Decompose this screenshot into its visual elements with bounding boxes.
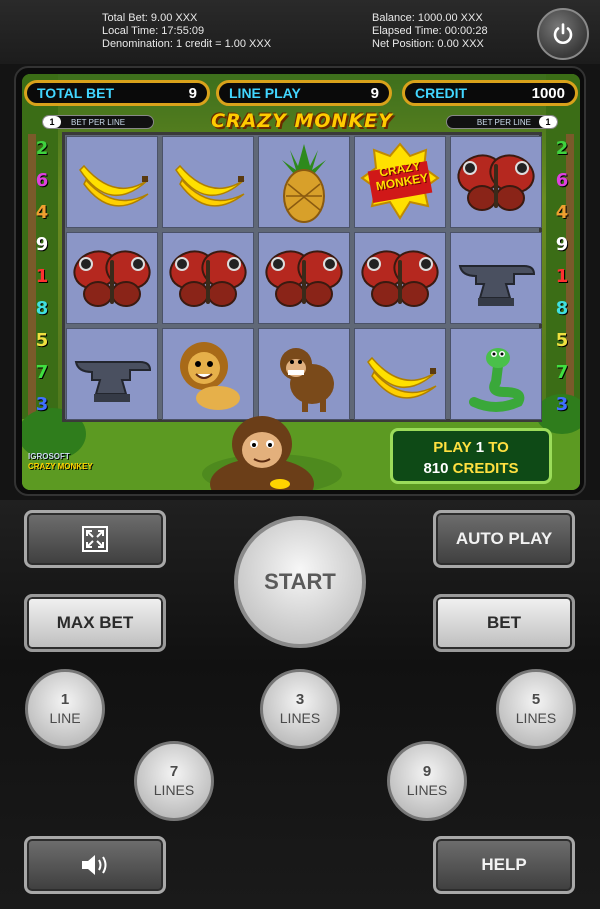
total-bet-value: 9: [188, 84, 197, 102]
payline-number: 8: [555, 298, 569, 319]
fullscreen-icon: [82, 526, 108, 552]
info-bar: Total Bet: 9.00 XXX Local Time: 17:55:09…: [0, 0, 600, 64]
total-bet-info: Total Bet: 9.00 XXX: [102, 12, 198, 24]
elapsed-time-info: Elapsed Time: 00:00:28: [372, 25, 488, 37]
payline-number: 6: [35, 170, 49, 191]
monkey-mascot: [210, 416, 314, 490]
credit-value: 1000: [531, 84, 565, 102]
line-play-label: LINE PLAY: [229, 85, 301, 101]
game-area[interactable]: TOTAL BET 9 LINE PLAY 9 CREDIT 1000 1 BE…: [22, 74, 580, 490]
payline-number: 6: [555, 170, 569, 191]
payline-number: 3: [555, 394, 569, 415]
play-info-box: PLAY 1 TO 810 CREDITS: [390, 428, 552, 484]
bet-per-line-label: BET PER LINE: [476, 117, 531, 127]
line-9-button[interactable]: 9 LINES: [387, 741, 467, 821]
play-to-text: TO: [484, 439, 509, 456]
line-count: 5: [531, 691, 541, 708]
info-left: Total Bet: 9.00 XXX Local Time: 17:55:09…: [102, 12, 271, 51]
payline-number: 4: [555, 202, 569, 223]
payline-number: 1: [35, 266, 49, 287]
line-7-button[interactable]: 7 LINES: [134, 741, 214, 821]
line-count: 7: [169, 763, 179, 780]
fullscreen-button[interactable]: [24, 510, 166, 568]
line-count: 1: [60, 691, 70, 708]
game-title: CRAZY MONKEY: [211, 110, 393, 132]
reel-symbol-crazy-monkey: CRAZY MONKEY: [354, 136, 446, 228]
line-3-button[interactable]: 3 LINES: [260, 669, 340, 749]
payline-number: 1: [555, 266, 569, 287]
payline-number: 3: [35, 394, 49, 415]
bet-per-line-label: BET PER LINE: [71, 117, 126, 127]
payline-number: 9: [35, 234, 49, 255]
reel-symbol-banana: [354, 328, 446, 420]
denomination-info: Denomination: 1 credit = 1.00 XXX: [102, 38, 272, 50]
speaker-icon: [82, 855, 107, 875]
line-label: LINES: [406, 782, 448, 798]
line-count: 3: [295, 691, 305, 708]
reel-symbol-butterfly: [450, 136, 542, 228]
payline-number: 5: [555, 330, 569, 351]
brand-top: IGROSOFT: [28, 452, 70, 461]
line-1-button[interactable]: 1 LINE: [25, 669, 105, 749]
brand-bottom: CRAZY MONKEY: [28, 462, 93, 471]
payline-number: 8: [35, 298, 49, 319]
bet-per-line-value: 1: [539, 116, 557, 128]
play-min-value: 1: [475, 439, 485, 456]
reel-symbol-lion: [162, 328, 254, 420]
auto-play-button[interactable]: AUTO PLAY: [433, 510, 575, 568]
credit-display: CREDIT 1000: [402, 80, 578, 106]
max-bet-button[interactable]: MAX BET: [24, 594, 166, 652]
play-max-value: 810: [423, 460, 449, 477]
payline-number: 4: [35, 202, 49, 223]
credit-label: CREDIT: [415, 85, 468, 101]
line-label: LINES: [515, 710, 557, 726]
reel-symbol-butterfly: [66, 232, 158, 324]
reel-symbol-banana: [162, 136, 254, 228]
start-button[interactable]: START: [234, 516, 366, 648]
info-right: Balance: 1000.00 XXX Elapsed Time: 00:00…: [372, 12, 488, 51]
game-frame: TOTAL BET 9 LINE PLAY 9 CREDIT 1000 1 BE…: [14, 66, 586, 496]
payline-number: 5: [35, 330, 49, 351]
bet-per-line-left: 1 BET PER LINE: [42, 115, 154, 129]
payline-number: 2: [35, 138, 49, 159]
line-count: 9: [422, 763, 432, 780]
line-label: LINES: [153, 782, 195, 798]
payline-number: 7: [555, 362, 569, 383]
reels: CRAZY MONKEY: [62, 132, 542, 422]
bet-per-line-right: BET PER LINE 1: [446, 115, 558, 129]
brand-logo: IGROSOFT CRAZY MONKEY: [28, 452, 93, 472]
line-label: LINES: [279, 710, 321, 726]
balance-info: Balance: 1000.00 XXX: [372, 12, 483, 24]
payline-number: 7: [35, 362, 49, 383]
line-play-display: LINE PLAY 9: [216, 80, 392, 106]
sound-button[interactable]: [24, 836, 166, 894]
reel-symbol-butterfly: [162, 232, 254, 324]
line-label: LINE: [49, 710, 81, 726]
reel-symbol-anvil: [66, 328, 158, 420]
bet-per-line-value: 1: [43, 116, 61, 128]
play-text: PLAY: [433, 439, 476, 456]
credits-text: CREDITS: [448, 460, 519, 477]
help-button[interactable]: HELP: [433, 836, 575, 894]
total-bet-label: TOTAL BET: [37, 85, 114, 101]
reel-symbol-snake: [450, 328, 542, 420]
reel-symbol-butterfly: [354, 232, 446, 324]
reel-symbol-monkey: [258, 328, 350, 420]
power-button[interactable]: [537, 8, 589, 60]
total-bet-display: TOTAL BET 9: [24, 80, 210, 106]
reel-symbol-anvil: [450, 232, 542, 324]
reel-symbol-pineapple: [258, 136, 350, 228]
line-play-value: 9: [370, 84, 379, 102]
bet-button[interactable]: BET: [433, 594, 575, 652]
power-icon: [553, 23, 573, 44]
reel-symbol-banana: [66, 136, 158, 228]
payline-number: 2: [555, 138, 569, 159]
reel-symbol-butterfly: [258, 232, 350, 324]
line-5-button[interactable]: 5 LINES: [496, 669, 576, 749]
net-position-info: Net Position: 0.00 XXX: [372, 38, 484, 50]
local-time-info: Local Time: 17:55:09: [102, 25, 205, 37]
payline-number: 9: [555, 234, 569, 255]
